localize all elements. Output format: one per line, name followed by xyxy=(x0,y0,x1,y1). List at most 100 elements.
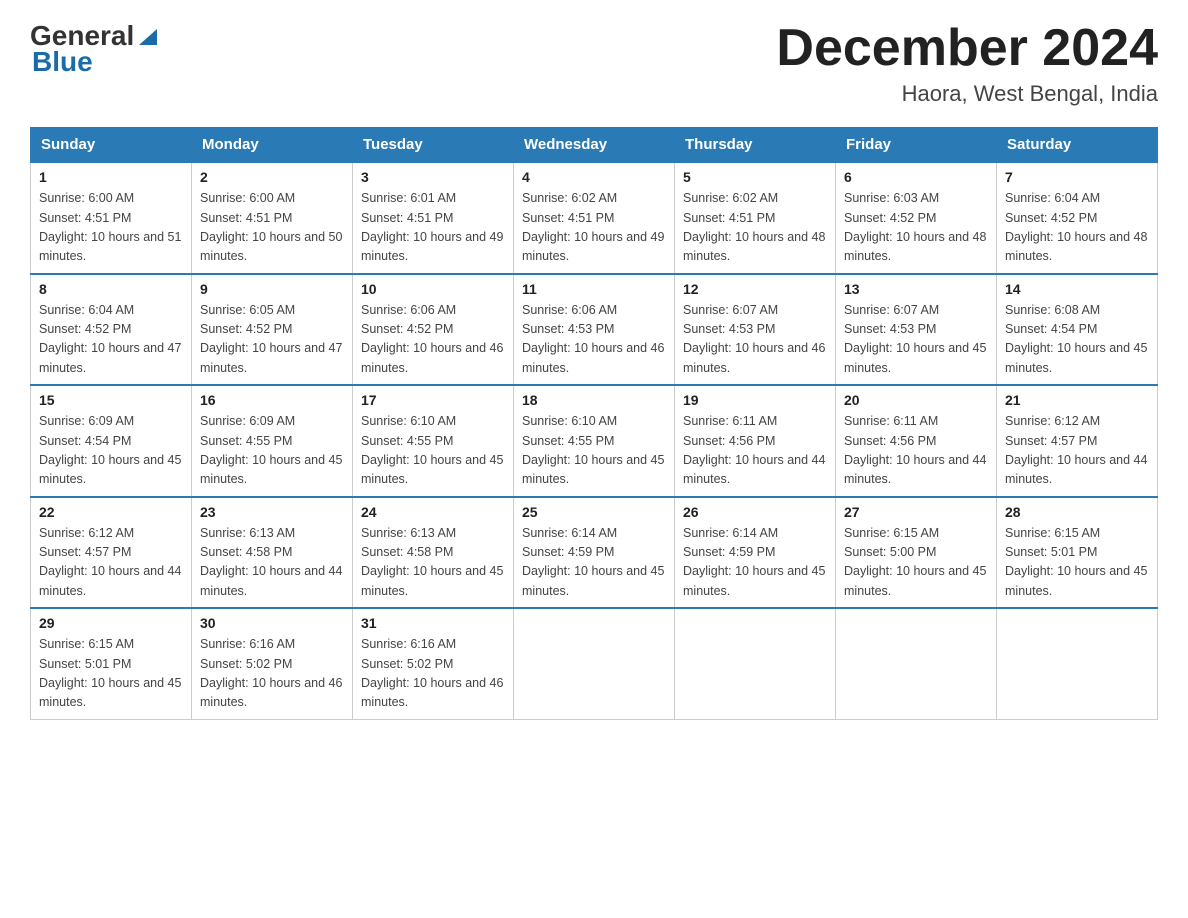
day-cell-16: 16Sunrise: 6:09 AMSunset: 4:55 PMDayligh… xyxy=(192,385,353,497)
day-info: Sunrise: 6:03 AMSunset: 4:52 PMDaylight:… xyxy=(844,189,988,267)
day-info: Sunrise: 6:10 AMSunset: 4:55 PMDaylight:… xyxy=(361,412,505,490)
day-number: 17 xyxy=(361,392,505,408)
calendar-subtitle: Haora, West Bengal, India xyxy=(776,81,1158,107)
empty-cell xyxy=(997,608,1158,719)
header-tuesday: Tuesday xyxy=(353,128,514,163)
day-cell-17: 17 Sunrise: 6:10 AMSunset: 4:55 PMDayligh… xyxy=(353,385,514,497)
header-sunday: Sunday xyxy=(31,128,192,163)
day-cell-7: 7Sunrise: 6:04 AMSunset: 4:52 PMDaylight… xyxy=(997,162,1158,274)
calendar-title: December 2024 xyxy=(776,20,1158,77)
day-cell-18: 18 Sunrise: 6:10 AMSunset: 4:55 PMDayligh… xyxy=(514,385,675,497)
day-number: 12 xyxy=(683,281,827,297)
day-number: 7 xyxy=(1005,169,1149,185)
day-cell-23: 23Sunrise: 6:13 AMSunset: 4:58 PMDayligh… xyxy=(192,497,353,609)
day-number: 19 xyxy=(683,392,827,408)
day-number: 9 xyxy=(200,281,344,297)
day-info: Sunrise: 6:16 AMSunset: 5:02 PMDaylight:… xyxy=(200,635,344,713)
day-cell-4: 4 Sunrise: 6:02 AMSunset: 4:51 PMDaylight… xyxy=(514,162,675,274)
day-cell-21: 21 Sunrise: 6:12 AMSunset: 4:57 PMDayligh… xyxy=(997,385,1158,497)
empty-cell xyxy=(514,608,675,719)
day-cell-20: 20Sunrise: 6:11 AMSunset: 4:56 PMDayligh… xyxy=(836,385,997,497)
day-number: 13 xyxy=(844,281,988,297)
day-info: Sunrise: 6:12 AMSunset: 4:57 PMDaylight:… xyxy=(1005,412,1149,490)
day-cell-2: 2 Sunrise: 6:00 AMSunset: 4:51 PMDaylight… xyxy=(192,162,353,274)
day-info: Sunrise: 6:15 AMSunset: 5:00 PMDaylight:… xyxy=(844,524,988,602)
day-info: Sunrise: 6:09 AMSunset: 4:54 PMDaylight:… xyxy=(39,412,183,490)
day-info: Sunrise: 6:00 AMSunset: 4:51 PMDaylight:… xyxy=(200,189,344,267)
header-wednesday: Wednesday xyxy=(514,128,675,163)
page-header: General Blue December 2024 Haora, West B… xyxy=(30,20,1158,107)
calendar-table: SundayMondayTuesdayWednesdayThursdayFrid… xyxy=(30,127,1158,720)
day-cell-29: 29 Sunrise: 6:15 AMSunset: 5:01 PMDayligh… xyxy=(31,608,192,719)
week-row-4: 22 Sunrise: 6:12 AMSunset: 4:57 PMDayligh… xyxy=(31,497,1158,609)
day-cell-8: 8 Sunrise: 6:04 AMSunset: 4:52 PMDaylight… xyxy=(31,274,192,386)
day-number: 8 xyxy=(39,281,183,297)
day-number: 22 xyxy=(39,504,183,520)
day-number: 11 xyxy=(522,281,666,297)
week-row-5: 29 Sunrise: 6:15 AMSunset: 5:01 PMDayligh… xyxy=(31,608,1158,719)
day-cell-13: 13Sunrise: 6:07 AMSunset: 4:53 PMDayligh… xyxy=(836,274,997,386)
day-number: 10 xyxy=(361,281,505,297)
day-info: Sunrise: 6:02 AMSunset: 4:51 PMDaylight:… xyxy=(522,189,666,267)
day-number: 21 xyxy=(1005,392,1149,408)
title-block: December 2024 Haora, West Bengal, India xyxy=(776,20,1158,107)
day-info: Sunrise: 6:06 AMSunset: 4:53 PMDaylight:… xyxy=(522,301,666,379)
day-number: 26 xyxy=(683,504,827,520)
day-info: Sunrise: 6:14 AMSunset: 4:59 PMDaylight:… xyxy=(522,524,666,602)
header-monday: Monday xyxy=(192,128,353,163)
day-cell-22: 22 Sunrise: 6:12 AMSunset: 4:57 PMDayligh… xyxy=(31,497,192,609)
day-number: 29 xyxy=(39,615,183,631)
day-number: 1 xyxy=(39,169,183,185)
day-cell-27: 27 Sunrise: 6:15 AMSunset: 5:00 PMDayligh… xyxy=(836,497,997,609)
day-cell-26: 26 Sunrise: 6:14 AMSunset: 4:59 PMDayligh… xyxy=(675,497,836,609)
day-number: 25 xyxy=(522,504,666,520)
day-cell-28: 28 Sunrise: 6:15 AMSunset: 5:01 PMDayligh… xyxy=(997,497,1158,609)
header-friday: Friday xyxy=(836,128,997,163)
day-number: 14 xyxy=(1005,281,1149,297)
day-info: Sunrise: 6:12 AMSunset: 4:57 PMDaylight:… xyxy=(39,524,183,602)
day-info: Sunrise: 6:11 AMSunset: 4:56 PMDaylight:… xyxy=(844,412,988,490)
day-cell-3: 3Sunrise: 6:01 AMSunset: 4:51 PMDaylight… xyxy=(353,162,514,274)
week-row-1: 1 Sunrise: 6:00 AMSunset: 4:51 PMDaylight… xyxy=(31,162,1158,274)
day-cell-19: 19 Sunrise: 6:11 AMSunset: 4:56 PMDayligh… xyxy=(675,385,836,497)
header-row: SundayMondayTuesdayWednesdayThursdayFrid… xyxy=(31,128,1158,163)
day-number: 6 xyxy=(844,169,988,185)
week-row-3: 15 Sunrise: 6:09 AMSunset: 4:54 PMDayligh… xyxy=(31,385,1158,497)
day-info: Sunrise: 6:10 AMSunset: 4:55 PMDaylight:… xyxy=(522,412,666,490)
day-number: 15 xyxy=(39,392,183,408)
empty-cell xyxy=(836,608,997,719)
day-cell-24: 24Sunrise: 6:13 AMSunset: 4:58 PMDayligh… xyxy=(353,497,514,609)
day-info: Sunrise: 6:06 AMSunset: 4:52 PMDaylight:… xyxy=(361,301,505,379)
day-cell-1: 1 Sunrise: 6:00 AMSunset: 4:51 PMDaylight… xyxy=(31,162,192,274)
logo: General Blue xyxy=(30,20,159,78)
header-thursday: Thursday xyxy=(675,128,836,163)
day-cell-6: 6 Sunrise: 6:03 AMSunset: 4:52 PMDaylight… xyxy=(836,162,997,274)
day-number: 4 xyxy=(522,169,666,185)
day-info: Sunrise: 6:08 AMSunset: 4:54 PMDaylight:… xyxy=(1005,301,1149,379)
day-info: Sunrise: 6:14 AMSunset: 4:59 PMDaylight:… xyxy=(683,524,827,602)
day-cell-25: 25 Sunrise: 6:14 AMSunset: 4:59 PMDayligh… xyxy=(514,497,675,609)
day-number: 31 xyxy=(361,615,505,631)
day-number: 18 xyxy=(522,392,666,408)
day-cell-12: 12Sunrise: 6:07 AMSunset: 4:53 PMDayligh… xyxy=(675,274,836,386)
day-info: Sunrise: 6:02 AMSunset: 4:51 PMDaylight:… xyxy=(683,189,827,267)
day-info: Sunrise: 6:15 AMSunset: 5:01 PMDaylight:… xyxy=(1005,524,1149,602)
day-info: Sunrise: 6:04 AMSunset: 4:52 PMDaylight:… xyxy=(39,301,183,379)
day-number: 30 xyxy=(200,615,344,631)
header-saturday: Saturday xyxy=(997,128,1158,163)
empty-cell xyxy=(675,608,836,719)
day-number: 28 xyxy=(1005,504,1149,520)
day-info: Sunrise: 6:11 AMSunset: 4:56 PMDaylight:… xyxy=(683,412,827,490)
day-info: Sunrise: 6:16 AMSunset: 5:02 PMDaylight:… xyxy=(361,635,505,713)
day-cell-30: 30 Sunrise: 6:16 AMSunset: 5:02 PMDayligh… xyxy=(192,608,353,719)
day-info: Sunrise: 6:13 AMSunset: 4:58 PMDaylight:… xyxy=(200,524,344,602)
day-info: Sunrise: 6:15 AMSunset: 5:01 PMDaylight:… xyxy=(39,635,183,713)
day-cell-10: 10 Sunrise: 6:06 AMSunset: 4:52 PMDayligh… xyxy=(353,274,514,386)
day-info: Sunrise: 6:05 AMSunset: 4:52 PMDaylight:… xyxy=(200,301,344,379)
day-cell-5: 5Sunrise: 6:02 AMSunset: 4:51 PMDaylight… xyxy=(675,162,836,274)
day-info: Sunrise: 6:00 AMSunset: 4:51 PMDaylight:… xyxy=(39,189,183,267)
day-number: 27 xyxy=(844,504,988,520)
day-number: 2 xyxy=(200,169,344,185)
week-row-2: 8 Sunrise: 6:04 AMSunset: 4:52 PMDaylight… xyxy=(31,274,1158,386)
logo-icon xyxy=(137,25,159,47)
